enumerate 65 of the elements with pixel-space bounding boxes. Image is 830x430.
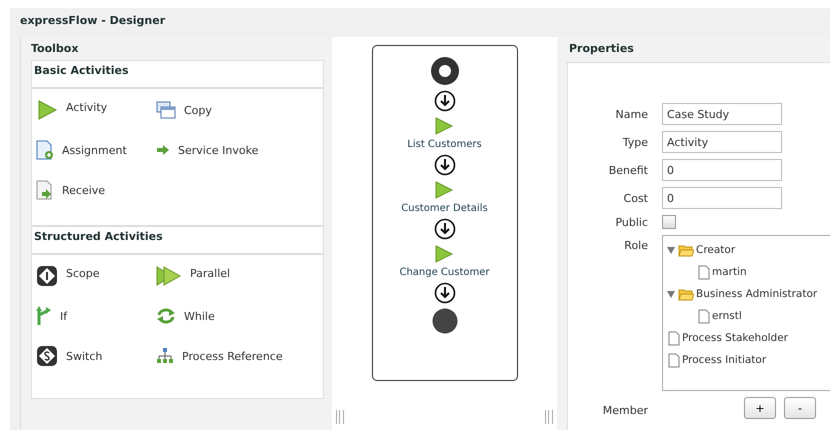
tool-item[interactable]: Activity bbox=[36, 97, 156, 123]
text-field[interactable]: Activity bbox=[662, 131, 782, 153]
panel-title: Toolbox bbox=[30, 41, 80, 57]
tool-item[interactable]: If bbox=[36, 303, 156, 329]
play-icon bbox=[36, 99, 58, 121]
expanded-triangle-icon[interactable] bbox=[666, 245, 676, 255]
document-icon bbox=[668, 330, 680, 346]
activity-node[interactable] bbox=[434, 244, 454, 264]
field-label: Role bbox=[623, 238, 648, 252]
folder-icon bbox=[678, 288, 694, 300]
document-icon bbox=[698, 308, 710, 324]
document-icon bbox=[668, 352, 680, 368]
text-field[interactable]: Case Study bbox=[662, 103, 782, 125]
tool-item[interactable]: Switch bbox=[36, 343, 156, 369]
tool-item[interactable]: While bbox=[156, 303, 306, 329]
field-label: Member bbox=[602, 402, 648, 416]
tool-item[interactable]: Scope bbox=[36, 263, 156, 289]
tool-item[interactable]: Copy bbox=[156, 97, 306, 123]
tool-item[interactable]: Service Invoke bbox=[156, 137, 306, 163]
tool-item[interactable]: Parallel bbox=[156, 263, 306, 289]
arrow-icon bbox=[156, 144, 170, 156]
diamond-icon bbox=[36, 265, 58, 287]
window-title: expressFlow - Designer bbox=[10, 8, 830, 37]
end-node[interactable] bbox=[432, 308, 458, 334]
field-label: Cost bbox=[622, 192, 648, 204]
tool-item[interactable]: Receive bbox=[36, 177, 156, 203]
tree-item[interactable]: ernstl bbox=[712, 310, 742, 322]
activity-label: Customer Details bbox=[401, 203, 488, 214]
hierarchy-icon bbox=[156, 348, 174, 364]
start-node[interactable] bbox=[430, 56, 460, 86]
remove-button[interactable]: - bbox=[784, 397, 816, 419]
expanded-triangle-icon[interactable] bbox=[666, 289, 676, 299]
tree-item[interactable]: Creator bbox=[696, 244, 736, 256]
document-arrow-icon bbox=[36, 180, 54, 200]
activity-label: Change Customer bbox=[399, 267, 490, 278]
double-play-icon bbox=[156, 265, 182, 287]
resize-handle[interactable] bbox=[545, 410, 553, 424]
folder-icon bbox=[678, 244, 694, 256]
diamond-icon bbox=[36, 345, 58, 367]
refresh-icon bbox=[156, 307, 176, 325]
windows-icon bbox=[156, 101, 176, 119]
resize-handle[interactable] bbox=[336, 410, 344, 424]
field-label: Benefit bbox=[608, 164, 648, 176]
panel-title: Properties bbox=[568, 41, 635, 57]
tree-item[interactable]: martin bbox=[712, 266, 747, 278]
section-header: Basic Activities bbox=[32, 61, 323, 89]
tool-item[interactable]: Assignment bbox=[36, 137, 156, 163]
document-plus-icon bbox=[36, 140, 54, 160]
section-header: Structured Activities bbox=[32, 227, 323, 255]
field-label: Public bbox=[614, 216, 648, 228]
text-field[interactable]: 0 bbox=[662, 187, 782, 209]
tool-item[interactable]: Process Reference bbox=[156, 343, 306, 369]
text-field[interactable]: 0 bbox=[662, 159, 782, 181]
checkbox[interactable] bbox=[662, 215, 676, 229]
tree-item[interactable]: Process Stakeholder bbox=[682, 332, 788, 344]
tree-item[interactable]: Process Initiator bbox=[682, 354, 766, 366]
activity-node[interactable] bbox=[434, 180, 454, 200]
field-label: Name bbox=[614, 108, 648, 120]
activity-node[interactable] bbox=[434, 116, 454, 136]
field-label: Type bbox=[622, 136, 648, 148]
branch-arrow-icon bbox=[36, 306, 52, 326]
document-icon bbox=[698, 264, 710, 280]
add-button[interactable]: + bbox=[744, 397, 776, 419]
activity-label: List Customers bbox=[407, 139, 482, 150]
tree-item[interactable]: Business Administrator bbox=[696, 288, 818, 300]
